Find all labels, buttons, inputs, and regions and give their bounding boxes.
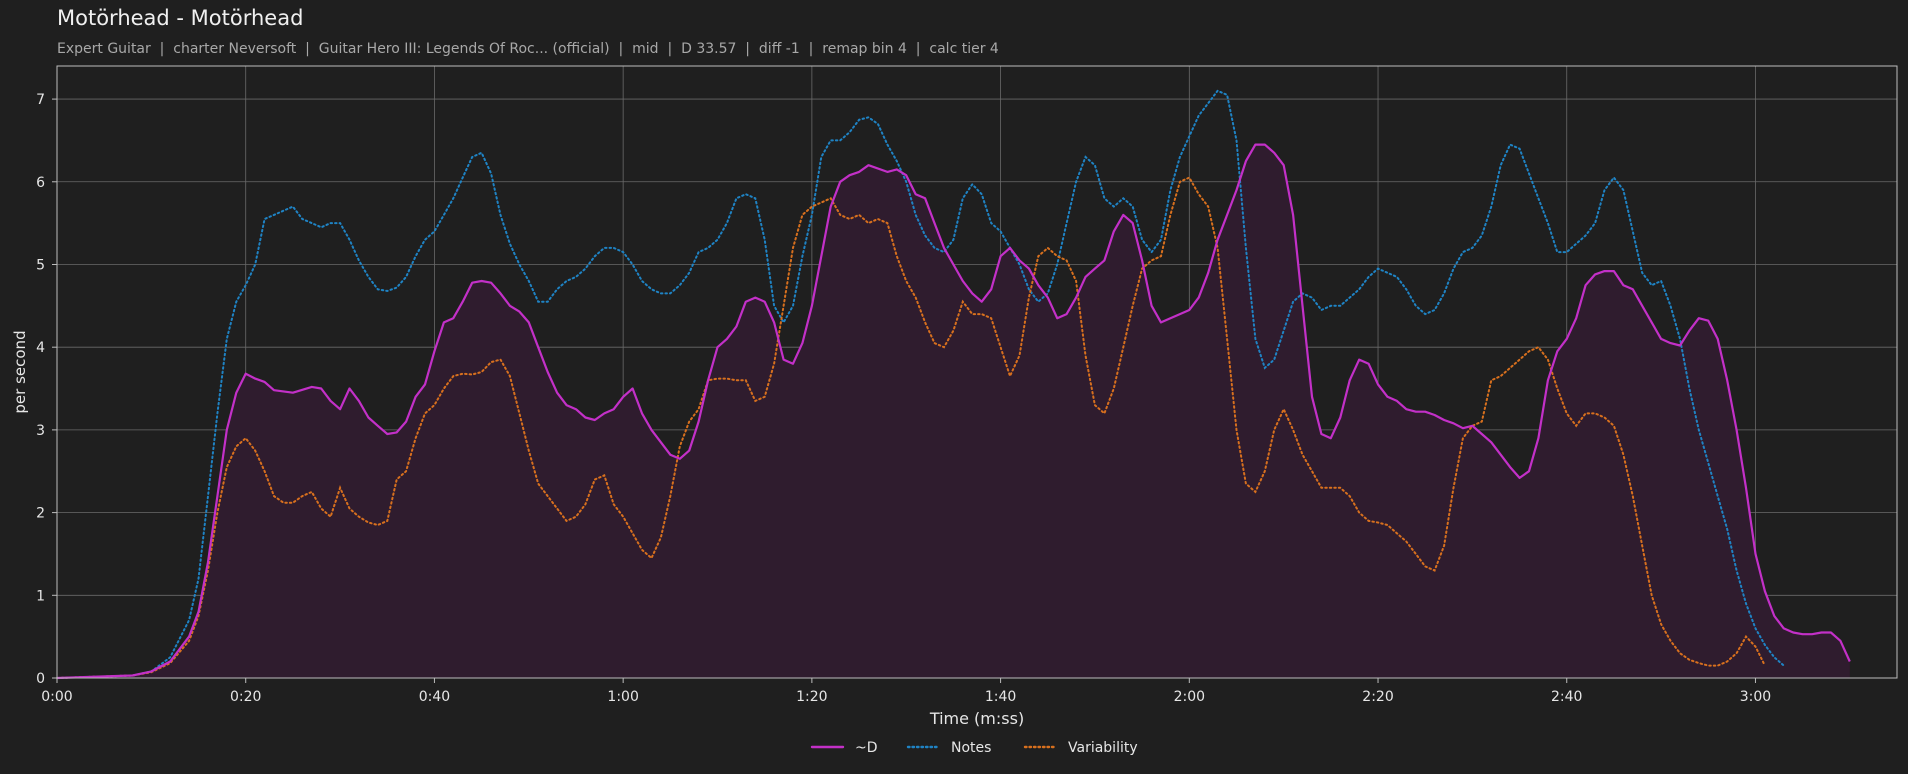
- x-tick-label: 0:40: [419, 689, 450, 705]
- x-tick-label: 2:00: [1174, 689, 1205, 705]
- y-tick-label: 5: [36, 257, 45, 273]
- x-tick-label: 2:40: [1551, 689, 1582, 705]
- y-tick-label: 7: [36, 92, 45, 108]
- legend-label: Notes: [951, 740, 991, 756]
- x-tick-label: 1:20: [796, 689, 827, 705]
- y-tick-label: 6: [36, 175, 45, 191]
- x-axis-label: Time (m:ss): [929, 709, 1024, 728]
- legend-item-notes: Notes: [906, 740, 991, 756]
- x-tick-label: 1:00: [607, 689, 638, 705]
- legend: ~D Notes Variability: [810, 740, 1138, 756]
- chart-canvas: 0:00 0:20 0:40 1:00 1:20 1:40 2:00 2:20 2:40 3:00…: [11, 65, 1898, 756]
- y-tick-label: 2: [36, 506, 45, 522]
- legend-label: ~D: [855, 740, 878, 756]
- y-tick-label: 4: [36, 340, 45, 356]
- legend-item-variability: Variability: [1023, 740, 1138, 756]
- series-layer: [56, 89, 1851, 680]
- x-tick-label: 2:20: [1362, 689, 1393, 705]
- x-tick-label: 0:00: [41, 689, 72, 705]
- x-tick-label: 3:00: [1740, 689, 1771, 705]
- y-tick-label: 3: [36, 423, 45, 439]
- x-tick-label: 0:20: [230, 689, 261, 705]
- x-tick-label: 1:40: [985, 689, 1016, 705]
- y-tick-label: 0: [36, 671, 45, 687]
- legend-item-d: ~D: [810, 740, 878, 756]
- y-tick-label: 1: [36, 588, 45, 604]
- legend-label: Variability: [1068, 740, 1138, 756]
- y-axis-label: per second: [11, 330, 29, 413]
